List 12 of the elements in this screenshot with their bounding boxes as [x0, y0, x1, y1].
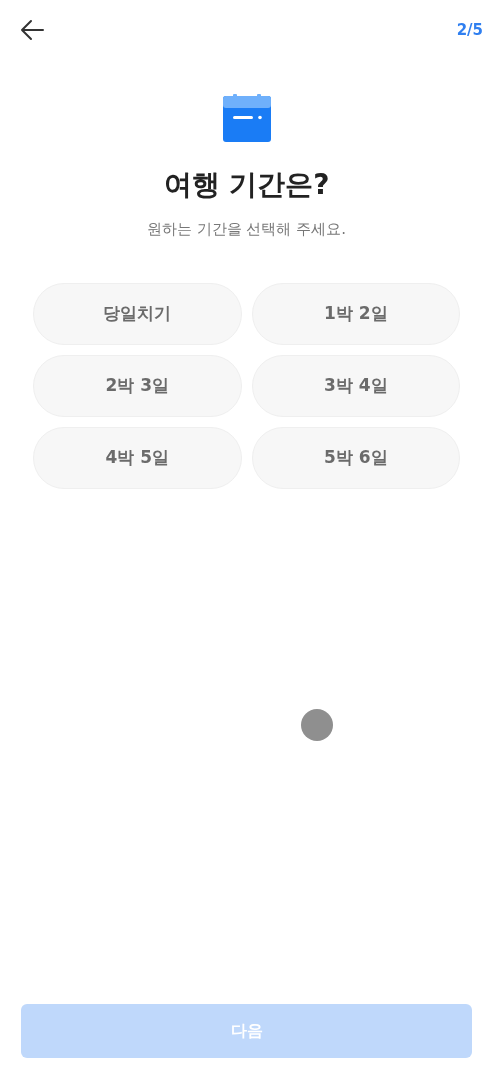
- duration-option[interactable]: 2박 3일: [33, 354, 242, 417]
- duration-option[interactable]: 1박 2일: [251, 282, 460, 345]
- duration-option[interactable]: 5박 6일: [251, 426, 460, 489]
- duration-option[interactable]: 4박 5일: [33, 426, 242, 489]
- subtitle: 원하는 기간을 선택해 주세요.: [145, 219, 348, 240]
- duration-option[interactable]: 당일치기: [33, 282, 242, 345]
- page-title: 여행 기간은?: [162, 167, 331, 203]
- duration-option[interactable]: 3박 4일: [251, 354, 460, 417]
- step-counter: 2/5: [456, 19, 483, 41]
- touch-indicator: [301, 709, 333, 741]
- back-arrow-icon: [20, 19, 44, 41]
- calendar-icon: [222, 94, 271, 142]
